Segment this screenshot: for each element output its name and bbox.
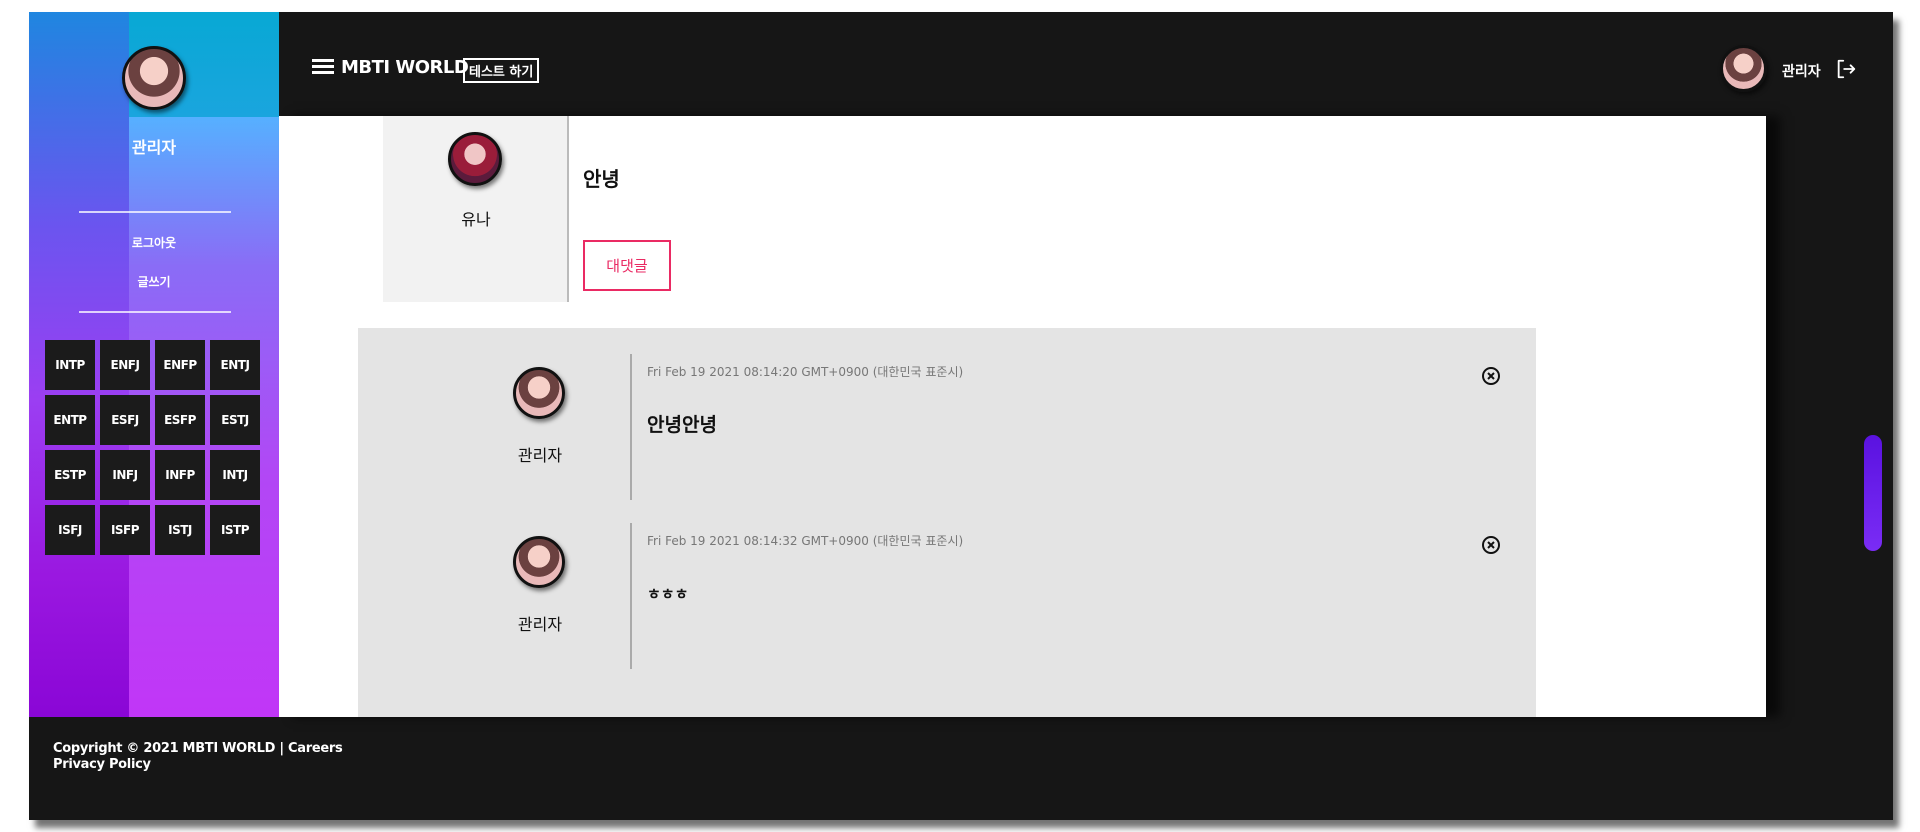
- comment-author: 관리자: [517, 446, 563, 465]
- post-author-name: 유나: [461, 210, 491, 229]
- hamburger-menu-icon[interactable]: [312, 59, 334, 75]
- mbti-type-button[interactable]: ESFP: [155, 395, 205, 445]
- sidebar-divider-top: [79, 211, 231, 213]
- mbti-type-button[interactable]: ENTP: [45, 395, 95, 445]
- mbti-type-button[interactable]: ISFP: [100, 505, 150, 555]
- mbti-type-button[interactable]: ESFJ: [100, 395, 150, 445]
- sidebar-user-name: 관리자: [131, 138, 177, 157]
- mbti-type-button[interactable]: INFP: [155, 450, 205, 500]
- mbti-type-button[interactable]: ESTJ: [210, 395, 260, 445]
- footer-privacy-link[interactable]: Privacy Policy: [53, 757, 151, 772]
- top-header: MBTI WORLD 테스트 하기 관리자: [279, 12, 1893, 116]
- comment-avatar: [513, 367, 565, 419]
- post-author-card: 유나: [383, 116, 569, 302]
- footer-copyright: Copyright © 2021 MBTI WORLD |: [53, 741, 289, 756]
- mbti-type-button[interactable]: ENTJ: [210, 340, 260, 390]
- comment-avatar: [513, 536, 565, 588]
- delete-comment-icon[interactable]: [1481, 535, 1501, 555]
- sidebar-avatar: [122, 46, 186, 110]
- mbti-type-button[interactable]: ENFJ: [100, 340, 150, 390]
- comment-date: Fri Feb 19 2021 08:14:32 GMT+0900 (대한민국 …: [647, 534, 964, 548]
- delete-comment-icon[interactable]: [1481, 366, 1501, 386]
- sidebar: 관리자 로그아웃 글쓰기 INTP ENFJ ENFP ENTJ ENTP ES…: [29, 12, 279, 717]
- footer-careers-link[interactable]: Careers: [288, 741, 343, 756]
- comment-divider: [630, 523, 632, 669]
- logout-icon[interactable]: [1835, 58, 1857, 80]
- scrollbar-thumb[interactable]: [1864, 435, 1882, 551]
- mbti-type-button[interactable]: INTJ: [210, 450, 260, 500]
- brand-title[interactable]: MBTI WORLD: [341, 57, 469, 78]
- mbti-type-button[interactable]: INTP: [45, 340, 95, 390]
- header-avatar[interactable]: [1720, 45, 1767, 92]
- sidebar-link-logout[interactable]: 로그아웃: [29, 234, 279, 251]
- sidebar-divider-bottom: [79, 311, 231, 313]
- comment-author: 관리자: [517, 615, 563, 634]
- comment-list: 관리자 Fri Feb 19 2021 08:14:20 GMT+0900 (대…: [358, 328, 1536, 717]
- take-test-button[interactable]: 테스트 하기: [463, 58, 540, 83]
- post-author-avatar: [448, 132, 502, 186]
- comment-text: ㅎㅎㅎ: [647, 585, 689, 603]
- main-content: 유나 안녕 대댓글 관리자 Fri Feb 19 2021 08:14:20 G…: [279, 116, 1766, 717]
- mbti-type-button[interactable]: ESTP: [45, 450, 95, 500]
- comment-text: 안녕안녕: [647, 414, 717, 436]
- mbti-type-grid: INTP ENFJ ENFP ENTJ ENTP ESFJ ESFP ESTJ …: [45, 340, 260, 555]
- mbti-type-button[interactable]: ISFJ: [45, 505, 95, 555]
- footer-line-2: Privacy Policy: [53, 757, 342, 773]
- footer-line-1: Copyright © 2021 MBTI WORLD | Careers: [53, 741, 343, 757]
- mbti-type-button[interactable]: INFJ: [100, 450, 150, 500]
- footer: Copyright © 2021 MBTI WORLD | Careers Pr…: [53, 741, 343, 773]
- mbti-type-button[interactable]: ISTP: [210, 505, 260, 555]
- header-user-name: 관리자: [1782, 64, 1821, 80]
- comment-date: Fri Feb 19 2021 08:14:20 GMT+0900 (대한민국 …: [647, 365, 964, 379]
- mbti-type-button[interactable]: ENFP: [155, 340, 205, 390]
- comment-item: 관리자 Fri Feb 19 2021 08:14:32 GMT+0900 (대…: [358, 523, 1536, 693]
- comment-item: 관리자 Fri Feb 19 2021 08:14:20 GMT+0900 (대…: [358, 354, 1536, 524]
- reply-button[interactable]: 대댓글: [583, 240, 671, 291]
- mbti-type-button[interactable]: ISTJ: [155, 505, 205, 555]
- post-text: 안녕: [583, 167, 620, 191]
- sidebar-link-write[interactable]: 글쓰기: [29, 273, 279, 290]
- comment-divider: [630, 354, 632, 500]
